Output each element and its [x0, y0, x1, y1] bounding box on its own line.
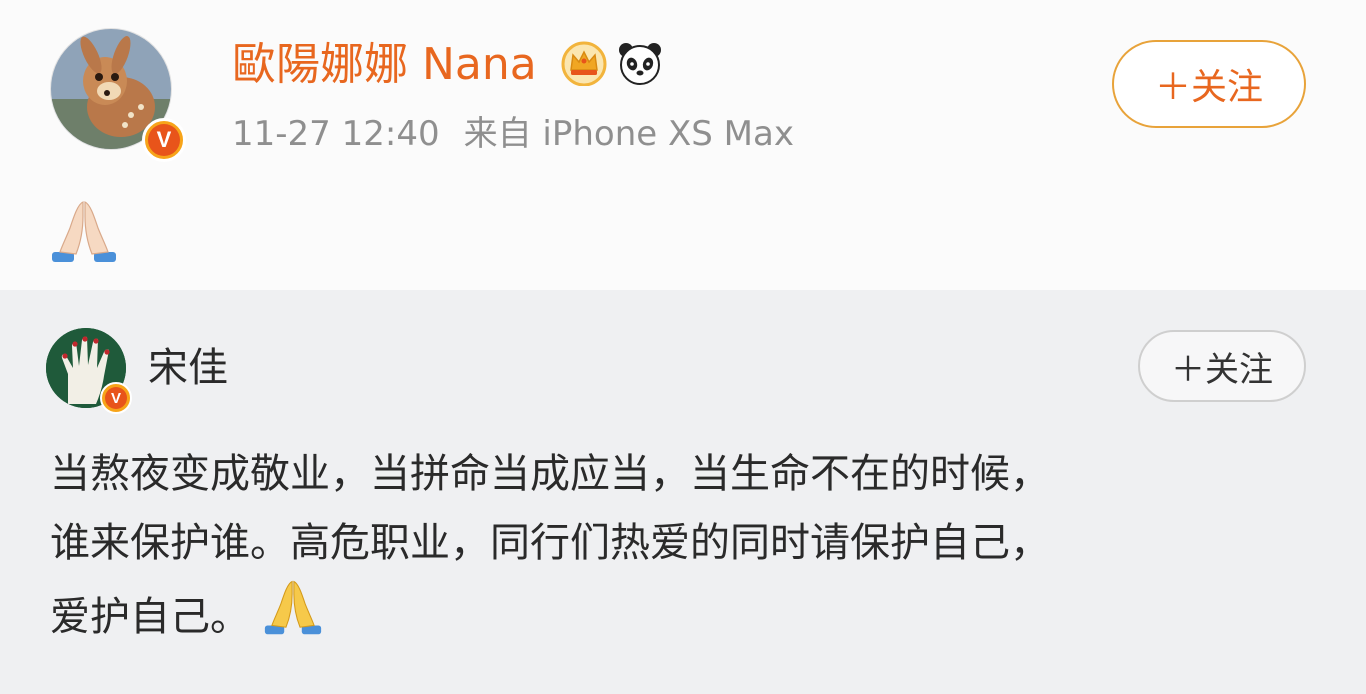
- follow-button[interactable]: ＋关注: [1112, 40, 1306, 128]
- verified-v-icon: V: [100, 382, 132, 414]
- folded-hands-emoji: [50, 198, 118, 268]
- author-name[interactable]: 歐陽娜娜 Nana: [232, 38, 537, 92]
- panda-icon[interactable]: [616, 40, 664, 90]
- weibo-post: V 歐陽娜娜 Nana 11-27 12:40 来自 iPhone XS Max…: [0, 0, 1366, 290]
- repost-author-name[interactable]: 宋佳: [148, 342, 228, 394]
- author-badges: [560, 40, 664, 90]
- post-source[interactable]: 来自 iPhone XS Max: [464, 114, 794, 154]
- repost-author-avatar[interactable]: V: [46, 328, 132, 414]
- verified-v-icon: V: [142, 118, 186, 162]
- folded-hands-emoji: [262, 578, 324, 658]
- repost-text-line-last: 爱护自己。: [50, 578, 1320, 658]
- repost-follow-button[interactable]: ＋关注: [1138, 330, 1306, 402]
- repost-text-line: 当熬夜变成敬业，当拼命当成应当，当生命不在的时候，: [50, 451, 1050, 497]
- post-time: 11-27 12:40: [232, 114, 440, 154]
- author-avatar[interactable]: V: [50, 28, 186, 162]
- post-meta: 11-27 12:40 来自 iPhone XS Max: [232, 112, 794, 156]
- repost-card[interactable]: V 宋佳 ＋关注 当熬夜变成敬业，当拼命当成应当，当生命不在的时候， 谁来保护谁…: [0, 290, 1366, 694]
- crown-icon[interactable]: [560, 40, 608, 90]
- repost-text: 当熬夜变成敬业，当拼命当成应当，当生命不在的时候， 谁来保护谁。高危职业，同行们…: [50, 440, 1320, 658]
- repost-text-line: 谁来保护谁。高危职业，同行们热爱的同时请保护自己，: [50, 520, 1050, 566]
